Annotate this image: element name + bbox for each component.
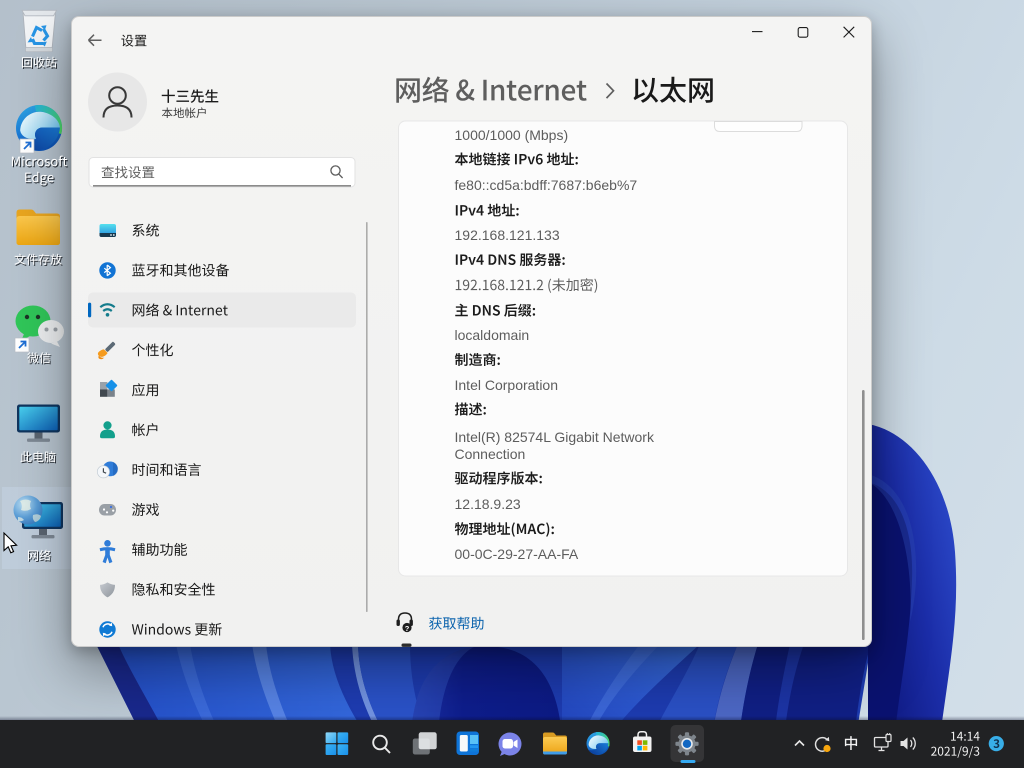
svg-text:?: ?: [405, 624, 410, 633]
